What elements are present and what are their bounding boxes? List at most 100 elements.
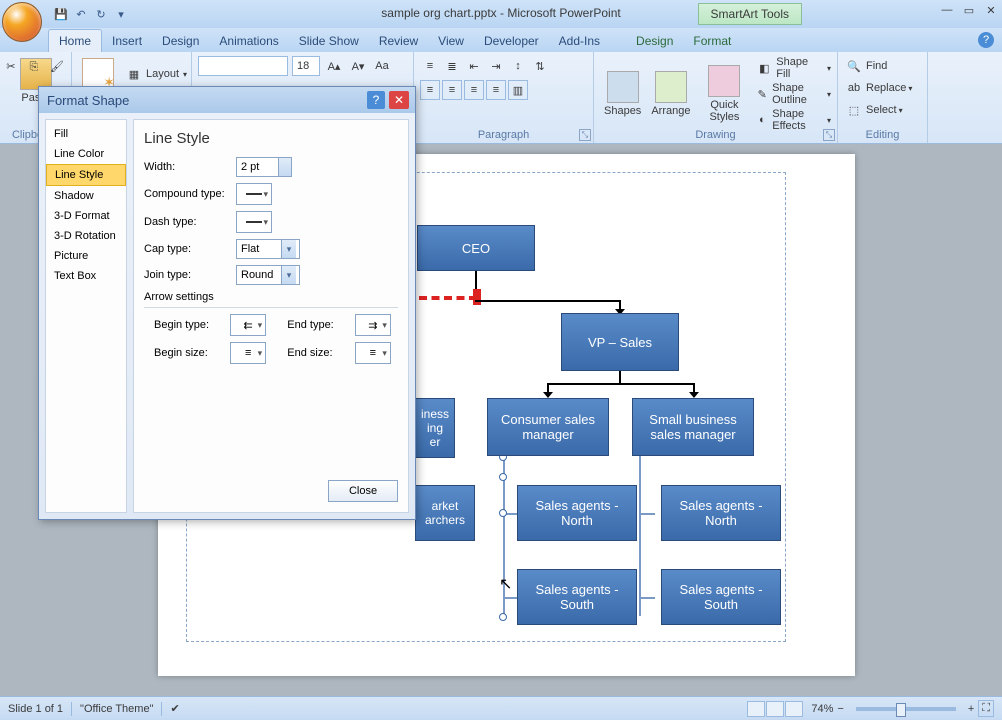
layout-button[interactable]: ▦Layout▾ [124,64,187,84]
org-node-smallbiz[interactable]: Small business sales manager [632,398,754,456]
normal-view-button[interactable] [747,701,765,717]
org-node-agents-south-2[interactable]: Sales agents - South [661,569,781,625]
zoom-value[interactable]: 74% [811,703,833,715]
dialog-close-button[interactable]: ✕ [389,91,409,109]
numbering-icon[interactable]: ≣ [442,56,462,76]
increase-indent-icon[interactable]: ⇥ [486,56,506,76]
shrink-font-icon[interactable]: A▾ [348,56,368,76]
help-icon[interactable]: ? [978,32,994,48]
org-node-agents-north-2[interactable]: Sales agents - North [661,485,781,541]
org-node-ceo[interactable]: CEO [417,225,535,271]
select-button[interactable]: ⬚Select▾ [844,100,921,120]
org-node-agents-south-1[interactable]: Sales agents - South [517,569,637,625]
single-line-icon [246,190,262,198]
restore-button[interactable]: ▭ [962,4,976,18]
width-spinner[interactable]: 2 pt [236,157,292,177]
format-painter-icon[interactable]: 🖌 [47,56,67,76]
spellcheck-icon[interactable]: ✔ [170,702,179,715]
dialog-titlebar[interactable]: Format Shape ? ✕ [39,87,415,113]
font-size-combo[interactable]: 18 [292,56,320,76]
undo-icon[interactable]: ↶ [72,5,90,23]
zoom-slider[interactable] [856,707,956,711]
redo-icon[interactable]: ↻ [92,5,110,23]
dash-dropdown[interactable] [236,211,272,233]
tab-design[interactable]: Design [152,30,209,52]
connector-handle[interactable] [473,289,481,305]
clear-format-icon[interactable]: Aa [372,56,392,76]
replace-button[interactable]: abReplace▾ [844,78,921,98]
align-left-icon[interactable]: ≡ [420,80,440,100]
tab-smartart-format[interactable]: Format [683,30,741,52]
quick-styles-button[interactable]: Quick Styles [696,63,752,125]
save-icon[interactable]: 💾 [52,5,70,23]
nav-line-color[interactable]: Line Color [46,144,126,164]
justify-icon[interactable]: ≡ [486,80,506,100]
tab-smartart-design[interactable]: Design [626,30,683,52]
shape-fill-button[interactable]: ◧Shape Fill▾ [754,56,831,80]
tab-animations[interactable]: Animations [209,30,288,52]
end-size-label: End size: [287,347,341,359]
selected-connector[interactable] [419,296,477,300]
nav-picture[interactable]: Picture [46,246,126,266]
cap-dropdown[interactable]: Flat [236,239,300,259]
shape-outline-button[interactable]: ✎Shape Outline▾ [754,82,831,106]
slideshow-view-button[interactable] [785,701,803,717]
begin-size-dropdown[interactable]: ≡ [230,342,266,364]
begin-type-dropdown[interactable]: ⇇ [230,314,266,336]
org-node-market-partial[interactable]: arket archers [415,485,475,541]
nav-line-style[interactable]: Line Style [46,164,126,186]
nav-text-box[interactable]: Text Box [46,266,126,286]
line-spacing-icon[interactable]: ↕ [508,56,528,76]
text-direction-icon[interactable]: ⇅ [530,56,550,76]
arrange-button[interactable]: Arrange [647,69,694,119]
align-center-icon[interactable]: ≡ [442,80,462,100]
columns-icon[interactable]: ▥ [508,80,528,100]
zoom-in-button[interactable]: + [968,703,974,715]
copy-icon[interactable]: ⎘ [24,57,44,77]
align-right-icon[interactable]: ≡ [464,80,484,100]
tab-home[interactable]: Home [48,29,102,52]
decrease-indent-icon[interactable]: ⇤ [464,56,484,76]
org-node-consumer[interactable]: Consumer sales manager [487,398,609,456]
tab-view[interactable]: View [428,30,474,52]
tab-review[interactable]: Review [369,30,428,52]
drawing-dialog-launcher[interactable]: ⤡ [823,129,835,141]
end-size-dropdown[interactable]: ≡ [355,342,391,364]
tab-slideshow[interactable]: Slide Show [289,30,369,52]
org-node-vp-sales[interactable]: VP – Sales [561,313,679,371]
grow-font-icon[interactable]: A▴ [324,56,344,76]
end-type-dropdown[interactable]: ⇉ [355,314,391,336]
window-title: sample org chart.pptx - Microsoft PowerP… [381,6,620,20]
close-window-button[interactable]: ✕ [984,4,998,18]
office-button[interactable] [2,2,42,42]
org-node-biz-partial[interactable]: iness ing er [415,398,455,458]
qat-dropdown-icon[interactable]: ▾ [112,5,130,23]
nav-shadow[interactable]: Shadow [46,186,126,206]
cut-icon[interactable]: ✂ [1,56,21,76]
tab-addins[interactable]: Add-Ins [549,30,610,52]
connector-handle[interactable] [499,613,507,621]
tab-insert[interactable]: Insert [102,30,152,52]
nav-3d-format[interactable]: 3-D Format [46,206,126,226]
join-dropdown[interactable]: Round [236,265,300,285]
org-node-agents-north-1[interactable]: Sales agents - North [517,485,637,541]
end-type-label: End type: [287,319,341,331]
shapes-button[interactable]: Shapes [600,69,645,119]
fit-to-window-button[interactable]: ⛶ [978,700,994,717]
arrow-right-icon: ⇉ [368,319,377,332]
zoom-out-button[interactable]: − [837,703,843,715]
dialog-help-button[interactable]: ? [367,91,385,109]
nav-fill[interactable]: Fill [46,124,126,144]
connector-handle[interactable] [499,509,507,517]
paragraph-dialog-launcher[interactable]: ⤡ [579,129,591,141]
bullets-icon[interactable]: ≡ [420,56,440,76]
nav-3d-rotation[interactable]: 3-D Rotation [46,226,126,246]
compound-dropdown[interactable] [236,183,272,205]
connector-handle[interactable] [499,473,507,481]
sorter-view-button[interactable] [766,701,784,717]
dialog-close-footer-button[interactable]: Close [328,480,398,502]
find-button[interactable]: 🔍Find [844,56,921,76]
font-family-combo[interactable] [198,56,288,76]
minimize-button[interactable]: — [940,4,954,18]
tab-developer[interactable]: Developer [474,30,549,52]
